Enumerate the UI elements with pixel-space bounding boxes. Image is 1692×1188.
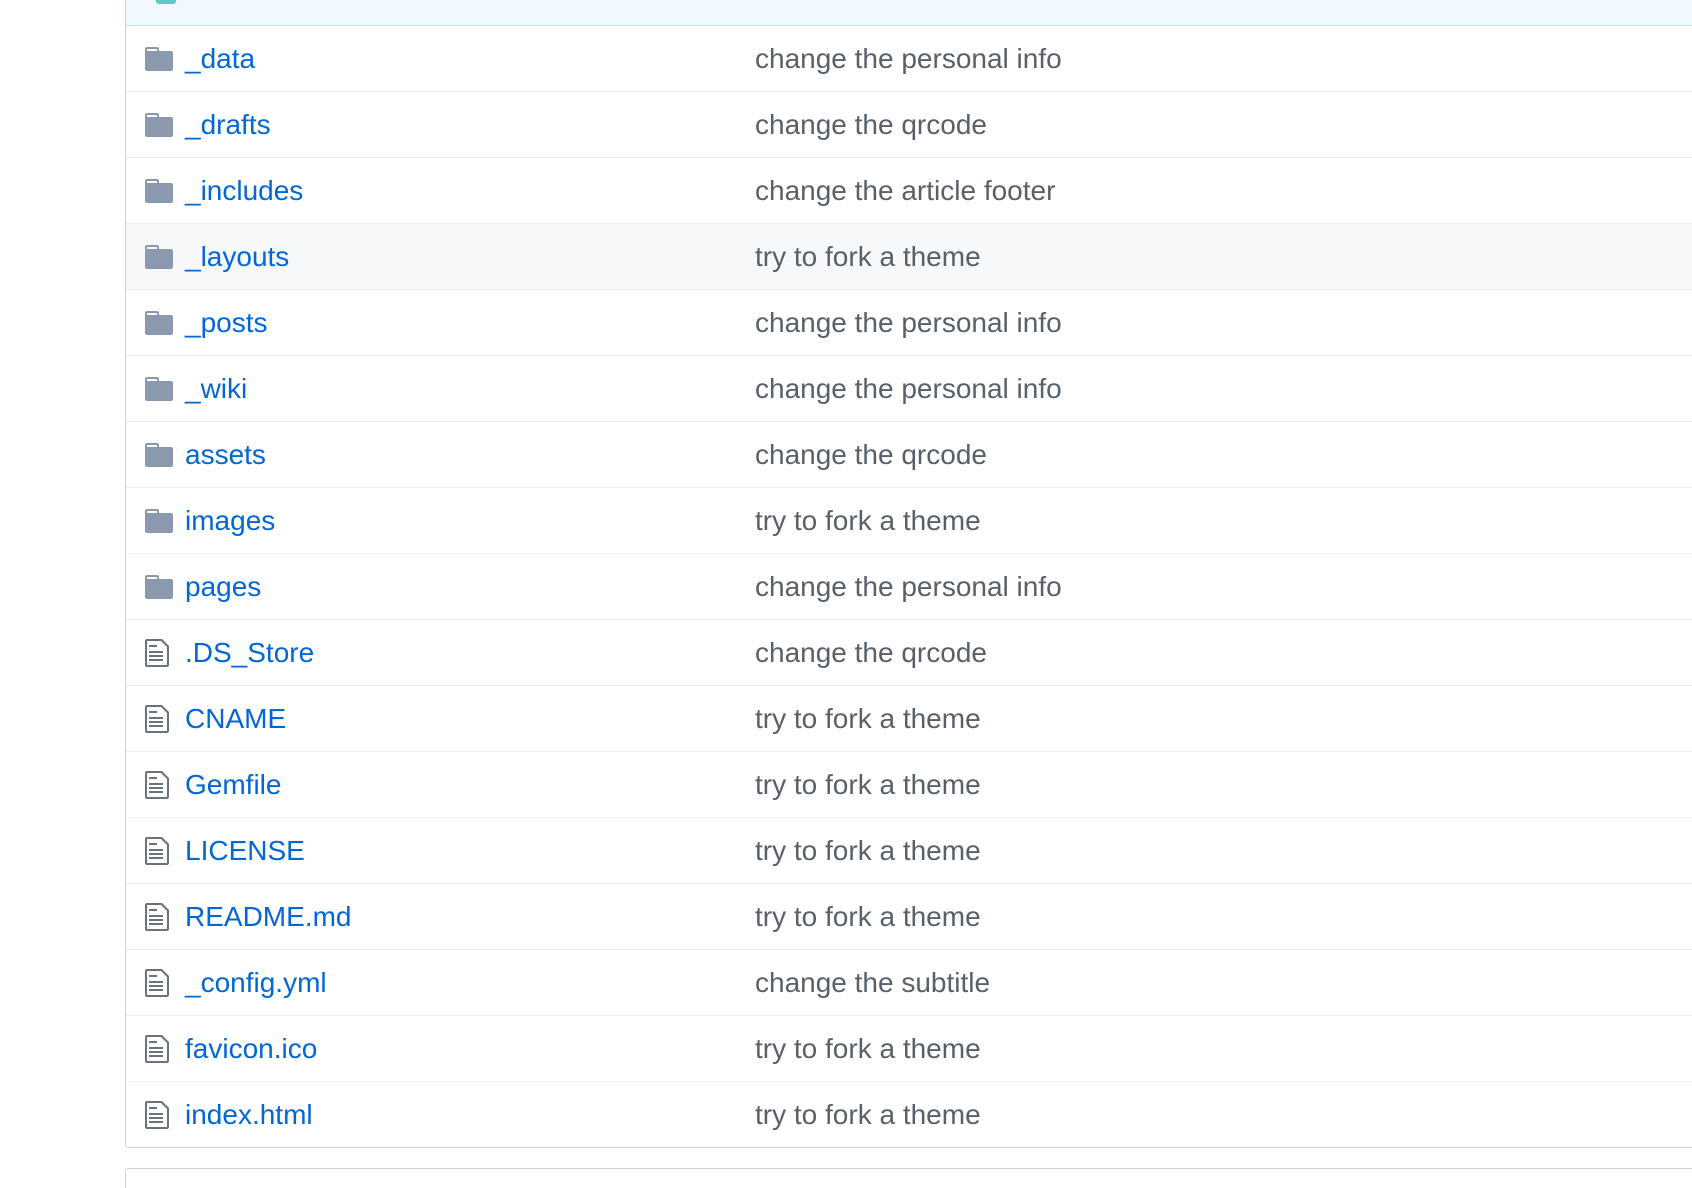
folder-icon	[126, 224, 185, 289]
file-name-link[interactable]: _layouts	[185, 241, 755, 273]
table-row[interactable]: images try to fork a theme	[126, 488, 1692, 554]
file-icon	[126, 1016, 185, 1081]
file-list-table: _data change the personal info _drafts c…	[125, 0, 1692, 1148]
file-name-link[interactable]: index.html	[185, 1099, 755, 1131]
file-name-link[interactable]: _drafts	[185, 109, 755, 141]
file-icon	[126, 620, 185, 685]
file-name-link[interactable]: images	[185, 505, 755, 537]
table-row[interactable]: pages change the personal info	[126, 554, 1692, 620]
commit-message-link[interactable]: change the qrcode	[755, 637, 987, 669]
table-row[interactable]: _wiki change the personal info	[126, 356, 1692, 422]
commit-message-link[interactable]: change the subtitle	[755, 967, 990, 999]
file-name-link[interactable]: pages	[185, 571, 755, 603]
file-name-link[interactable]: _posts	[185, 307, 755, 339]
folder-icon	[126, 554, 185, 619]
folder-icon	[126, 92, 185, 157]
table-row[interactable]: .DS_Store change the qrcode	[126, 620, 1692, 686]
table-row[interactable]: assets change the qrcode	[126, 422, 1692, 488]
folder-icon	[126, 488, 185, 553]
file-icon	[126, 950, 185, 1015]
commit-message-link[interactable]: change the qrcode	[755, 109, 987, 141]
file-icon	[126, 884, 185, 949]
commit-message-link[interactable]: try to fork a theme	[755, 1033, 981, 1065]
table-row[interactable]: _data change the personal info	[126, 26, 1692, 92]
file-name-link[interactable]: _data	[185, 43, 755, 75]
table-row[interactable]: favicon.ico try to fork a theme	[126, 1016, 1692, 1082]
commit-message-link[interactable]: try to fork a theme	[755, 703, 981, 735]
table-row[interactable]: index.html try to fork a theme	[126, 1082, 1692, 1148]
table-row[interactable]: _posts change the personal info	[126, 290, 1692, 356]
commit-message-link[interactable]: change the personal info	[755, 571, 1062, 603]
table-row[interactable]: _config.yml change the subtitle	[126, 950, 1692, 1016]
commit-message-link[interactable]: change the personal info	[755, 43, 1062, 75]
commit-message-link[interactable]: change the article footer	[755, 175, 1055, 207]
latest-commit-bar	[126, 0, 1692, 26]
file-name-link[interactable]: Gemfile	[185, 769, 755, 801]
file-name-link[interactable]: _includes	[185, 175, 755, 207]
table-row[interactable]: README.md try to fork a theme	[126, 884, 1692, 950]
commit-message-link[interactable]: try to fork a theme	[755, 505, 981, 537]
commit-message-link[interactable]: try to fork a theme	[755, 901, 981, 933]
commit-message-link[interactable]: change the personal info	[755, 373, 1062, 405]
file-name-link[interactable]: .DS_Store	[185, 637, 755, 669]
folder-icon	[126, 356, 185, 421]
file-name-link[interactable]: favicon.ico	[185, 1033, 755, 1065]
file-name-link[interactable]: _wiki	[185, 373, 755, 405]
table-row[interactable]: CNAME try to fork a theme	[126, 686, 1692, 752]
commit-message-link[interactable]: try to fork a theme	[755, 769, 981, 801]
file-name-link[interactable]: assets	[185, 439, 755, 471]
table-row[interactable]: _drafts change the qrcode	[126, 92, 1692, 158]
file-name-link[interactable]: README.md	[185, 901, 755, 933]
commit-message-link[interactable]: change the personal info	[755, 307, 1062, 339]
file-name-link[interactable]: _config.yml	[185, 967, 755, 999]
folder-icon	[126, 290, 185, 355]
readme-box-edge	[125, 1168, 1692, 1188]
table-row[interactable]: Gemfile try to fork a theme	[126, 752, 1692, 818]
table-row[interactable]: _includes change the article footer	[126, 158, 1692, 224]
commit-message-link[interactable]: change the qrcode	[755, 439, 987, 471]
commit-message-link[interactable]: try to fork a theme	[755, 1099, 981, 1131]
commit-message-link[interactable]: try to fork a theme	[755, 241, 981, 273]
table-row[interactable]: LICENSE try to fork a theme	[126, 818, 1692, 884]
file-icon	[126, 818, 185, 883]
file-icon	[126, 752, 185, 817]
folder-icon	[126, 422, 185, 487]
avatar[interactable]	[156, 0, 176, 4]
table-row[interactable]: _layouts try to fork a theme	[126, 224, 1692, 290]
folder-icon	[126, 26, 185, 91]
file-icon	[126, 1082, 185, 1148]
commit-message-link[interactable]: try to fork a theme	[755, 835, 981, 867]
folder-icon	[126, 158, 185, 223]
file-name-link[interactable]: CNAME	[185, 703, 755, 735]
file-icon	[126, 686, 185, 751]
file-name-link[interactable]: LICENSE	[185, 835, 755, 867]
